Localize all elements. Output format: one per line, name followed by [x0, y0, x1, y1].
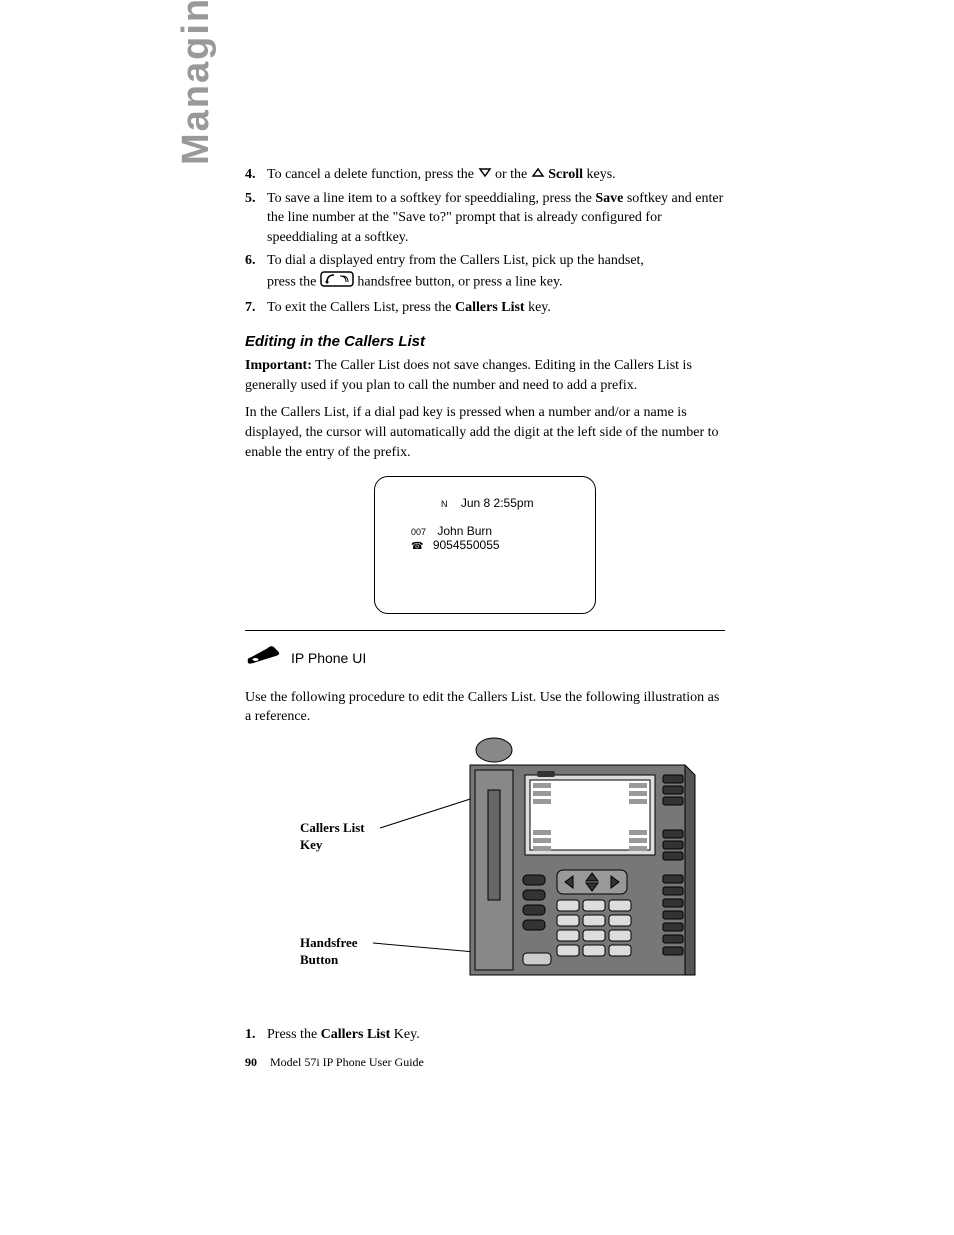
screen-caller-number: 9054550055 — [433, 538, 500, 552]
step-number: 4. — [245, 165, 267, 185]
phone-screen-illustration: N Jun 8 2:55pm 007 John Burn ☎ 905455005… — [374, 476, 596, 614]
step-4: 4. To cancel a delete function, press th… — [245, 165, 725, 185]
step-7: 7. To exit the Callers List, press the C… — [245, 298, 725, 318]
step-1: 1. Press the Callers List Key. — [245, 1025, 725, 1045]
callers-list-label: Callers List — [321, 1027, 391, 1042]
step-number: 6. — [245, 251, 267, 293]
ip-phone-ui-icon — [245, 643, 281, 674]
step-number: 1. — [245, 1025, 267, 1045]
important-label: Important: — [245, 358, 312, 373]
page-number: 90 — [245, 1055, 257, 1069]
footer-title: Model 57i IP Phone User Guide — [270, 1055, 424, 1069]
paragraph-prefix-info: In the Callers List, if a dial pad key i… — [245, 403, 725, 462]
down-triangle-icon — [478, 165, 492, 185]
step-6: 6. To dial a displayed entry from the Ca… — [245, 251, 725, 293]
phone-device-illustration: Callers List Key Handsfree Button — [245, 735, 725, 995]
step-text: To save a line item to a softkey for spe… — [267, 189, 725, 248]
step-5: 5. To save a line item to a softkey for … — [245, 189, 725, 248]
up-triangle-icon — [531, 165, 545, 185]
important-note: Important: The Caller List does not save… — [245, 356, 725, 395]
ip-phone-ui-row: IP Phone UI — [245, 643, 725, 674]
screen-caller-name: John Burn — [437, 524, 492, 538]
step-text: To exit the Callers List, press the Call… — [267, 298, 725, 318]
step-text: To dial a displayed entry from the Calle… — [267, 251, 725, 293]
divider — [245, 630, 725, 631]
section-title-text: Managing Calls — [175, 0, 217, 165]
save-label: Save — [595, 191, 623, 206]
ip-phone-ui-label: IP Phone UI — [291, 649, 366, 669]
phone-icon: ☎ — [411, 541, 423, 552]
screen-index: 007 — [411, 527, 426, 537]
step-text: Press the Callers List Key. — [267, 1025, 725, 1045]
screen-datetime: Jun 8 2:55pm — [461, 496, 534, 510]
section-title: Managing Calls — [175, 0, 218, 165]
step-number: 5. — [245, 189, 267, 248]
callout-handsfree-button: Handsfree Button — [300, 935, 358, 969]
instruction-paragraph: Use the following procedure to edit the … — [245, 688, 725, 727]
callout-callers-list-key: Callers List Key — [300, 820, 365, 854]
step-number: 7. — [245, 298, 267, 318]
page-footer: 90 Model 57i IP Phone User Guide — [245, 1055, 424, 1070]
screen-n-indicator: N — [441, 499, 448, 509]
main-content: 4. To cancel a delete function, press th… — [245, 165, 725, 1049]
step-text: To cancel a delete function, press the o… — [267, 165, 725, 185]
callers-list-label: Callers List — [455, 300, 525, 315]
subheading-editing: Editing in the Callers List — [245, 331, 725, 352]
handsfree-icon — [320, 271, 354, 294]
